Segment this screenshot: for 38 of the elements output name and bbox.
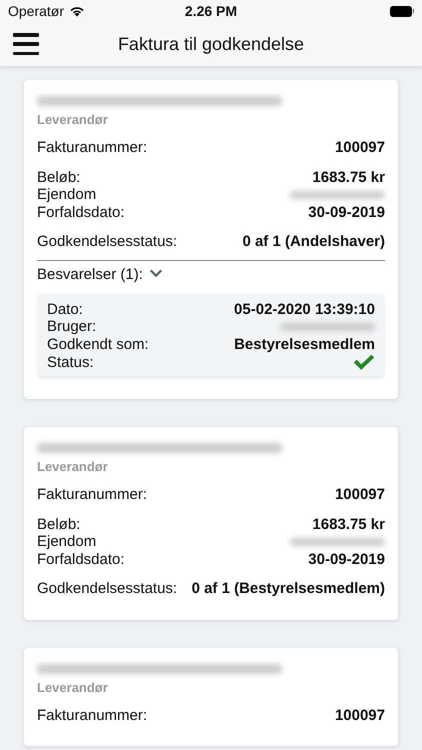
field-value: 0 af 1 (Bestyrelsesmedlem)	[192, 580, 385, 598]
field-label: Beløb:	[37, 168, 80, 186]
field-value: 05-02-2020 13:39:10	[234, 300, 375, 318]
field-value: 30-09-2019	[308, 204, 385, 221]
field-label: Forfaldsdato:	[37, 204, 125, 221]
field-label: Ejendom	[37, 186, 96, 204]
field-label: Godkendelsesstatus:	[37, 580, 178, 598]
responses-label: Besvarelser (1):	[37, 266, 143, 282]
menu-button[interactable]	[13, 33, 39, 55]
field-value: Bestyrelsesmedlem	[234, 336, 375, 353]
field-label: Beløb:	[37, 516, 80, 533]
field-label: Dato:	[47, 300, 83, 318]
screen-title: Faktura til godkendelse	[116, 34, 306, 54]
field-label: Godkendt som:	[47, 336, 149, 353]
wifi-icon	[69, 5, 86, 17]
field-value: 30-09-2019	[308, 550, 385, 568]
field-value: 100097	[334, 486, 385, 504]
supplier-caption: Leverandør	[37, 459, 109, 474]
field-value: 1683.75 kr	[312, 168, 385, 186]
battery-icon	[390, 6, 414, 16]
menu-icon	[13, 33, 39, 55]
field-label: Godkendelsesstatus:	[37, 233, 178, 250]
field-value: 0 af 1 (Andelshaver)	[242, 233, 385, 250]
field-label: Forfaldsdato:	[37, 550, 125, 568]
field-label: Fakturanummer:	[37, 706, 148, 724]
field-value: 1683.75 kr	[312, 516, 385, 533]
field-label: Fakturanummer:	[37, 486, 148, 504]
supplier-caption: Leverandør	[37, 112, 109, 127]
field-label: Status:	[47, 354, 94, 372]
carrier-name: Operatør	[8, 3, 64, 19]
field-label: Fakturanummer:	[37, 139, 148, 156]
field-label: Ejendom	[37, 533, 96, 550]
field-label: Bruger:	[47, 318, 96, 336]
supplier-caption: Leverandør	[37, 680, 109, 694]
field-value: 100097	[334, 706, 385, 724]
chevron-icon[interactable]	[148, 268, 163, 280]
field-value: 100097	[334, 139, 385, 156]
clock-time: 2.26 PM	[184, 3, 238, 19]
